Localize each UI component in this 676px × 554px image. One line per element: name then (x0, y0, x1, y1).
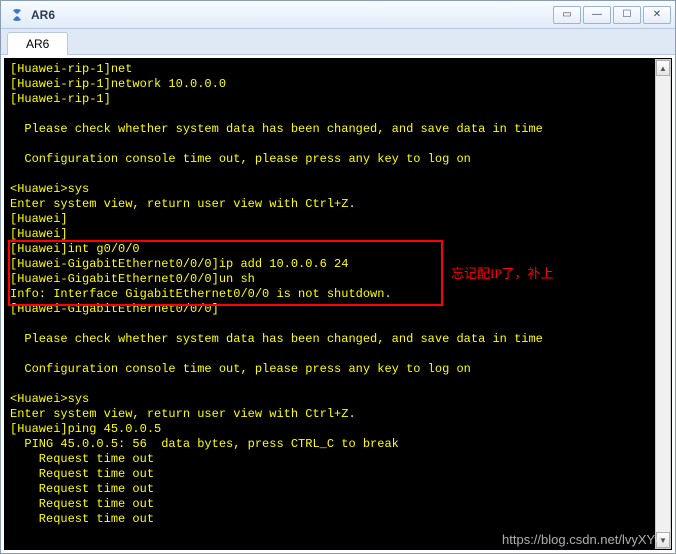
title-bar: AR6 ▭ — ☐ ✕ (1, 1, 675, 29)
scroll-track[interactable] (656, 77, 670, 531)
app-icon (9, 7, 25, 23)
terminal-container: [Huawei-rip-1]net [Huawei-rip-1]network … (1, 55, 675, 553)
scroll-up-button[interactable]: ▲ (656, 60, 670, 76)
close-button[interactable]: ✕ (643, 6, 671, 24)
annotation-text: 忘记配IP了，补上 (451, 263, 554, 282)
terminal-output[interactable]: [Huawei-rip-1]net [Huawei-rip-1]network … (4, 58, 672, 550)
tab-strip: AR6 (1, 29, 675, 55)
scrollbar[interactable]: ▲ ▼ (655, 59, 671, 549)
maximize-button[interactable]: ☐ (613, 6, 641, 24)
minimize-button[interactable]: — (583, 6, 611, 24)
app-window: AR6 ▭ — ☐ ✕ AR6 [Huawei-rip-1]net [Huawe… (0, 0, 676, 554)
window-title: AR6 (31, 8, 553, 22)
window-controls: ▭ — ☐ ✕ (553, 6, 671, 24)
watermark: https://blog.csdn.net/lvyXYv (502, 532, 661, 547)
tab-ar6[interactable]: AR6 (7, 32, 68, 55)
extra-button[interactable]: ▭ (553, 6, 581, 24)
